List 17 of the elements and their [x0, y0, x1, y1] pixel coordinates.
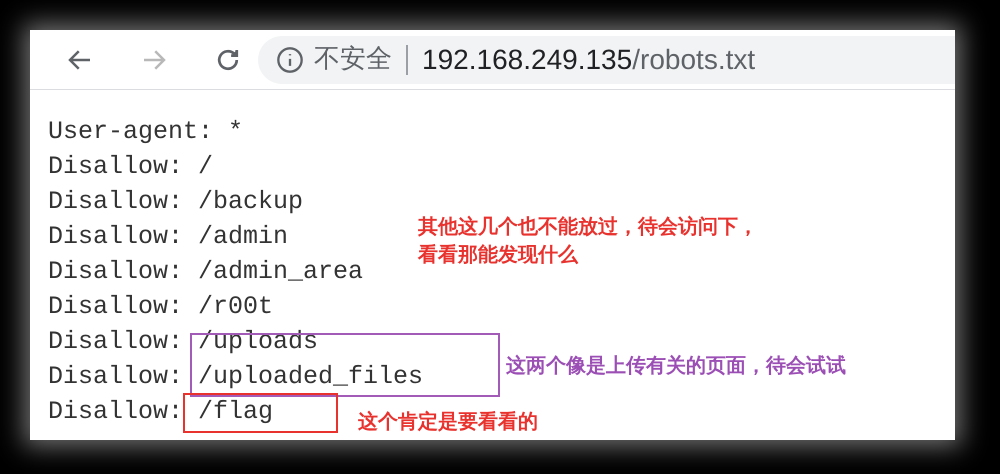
robots-line: Disallow: /admin: [48, 221, 288, 253]
robots-line: Disallow: /: [48, 151, 214, 183]
robots-line: Disallow: /uploads: [48, 326, 318, 358]
url-host: 192.168.249.135: [422, 42, 632, 76]
robots-line: Disallow: /backup: [48, 186, 304, 218]
robots-line: Disallow: /uploaded_files: [48, 361, 424, 393]
url-path: /robots.txt: [632, 42, 756, 76]
annotation-note: 这两个像是上传有关的页面，待会试试: [506, 352, 846, 379]
security-label: 不安全: [314, 43, 392, 76]
robots-line: Disallow: /admin_area: [48, 256, 364, 288]
robots-line: Disallow: /r00t: [48, 291, 274, 323]
address-bar[interactable]: 不安全 192.168.249.135/robots.txt: [258, 36, 955, 84]
robots-line: User-agent: *: [48, 116, 244, 148]
info-icon: [276, 46, 304, 74]
annotation-note: 其他这几个也不能放过，待会访问下， 看看那能发现什么: [418, 213, 758, 268]
robots-line: Disallow: /flag: [48, 396, 274, 428]
annotation-note: 这个肯定是要看看的: [358, 408, 538, 435]
